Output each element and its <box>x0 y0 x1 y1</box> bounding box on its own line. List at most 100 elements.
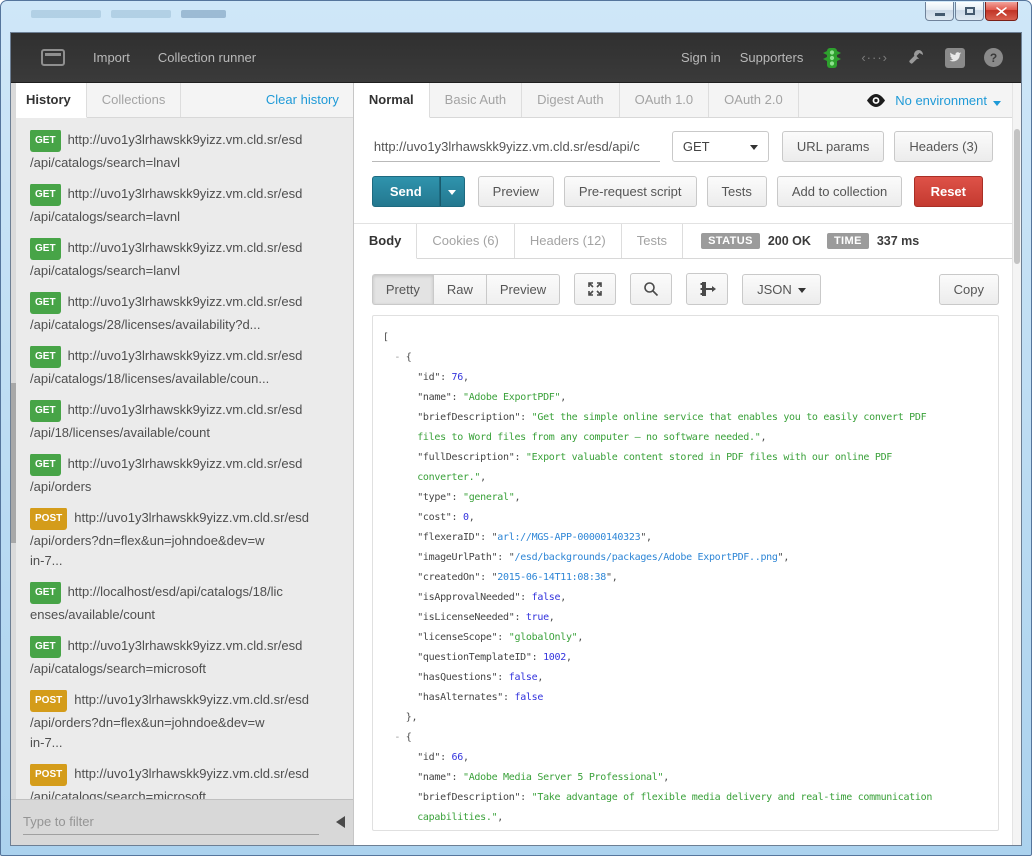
pretty-button[interactable]: Pretty <box>372 274 433 305</box>
tab-basic-auth[interactable]: Basic Auth <box>430 83 522 117</box>
tests-button[interactable]: Tests <box>707 176 767 207</box>
history-item[interactable]: GEThttp://uvo1y3lrhawskk9yizz.vm.cld.sr/… <box>30 400 341 443</box>
method-badge: GET <box>30 184 61 206</box>
titlebar[interactable] <box>1 1 1031 32</box>
tab-body[interactable]: Body <box>354 224 418 259</box>
tab-normal[interactable]: Normal <box>354 83 430 118</box>
prerequest-script-button[interactable]: Pre-request script <box>564 176 697 207</box>
code-line: "isLicenseNeeded": true, <box>383 608 988 628</box>
history-url: GEThttp://uvo1y3lrhawskk9yizz.vm.cld.sr/… <box>30 238 341 261</box>
send-options-button[interactable] <box>440 176 465 207</box>
preview-view-button[interactable]: Preview <box>486 274 560 305</box>
history-url: GEThttp://uvo1y3lrhawskk9yizz.vm.cld.sr/… <box>30 400 341 423</box>
import-button[interactable]: Import <box>93 50 130 65</box>
environment-select[interactable]: No environment <box>895 93 1001 108</box>
history-item[interactable]: POSThttp://uvo1y3lrhawskk9yizz.vm.cld.sr… <box>30 690 341 753</box>
clear-history-link[interactable]: Clear history <box>266 83 353 117</box>
copy-button[interactable]: Copy <box>939 274 999 305</box>
code-line: "id": 66, <box>383 748 988 768</box>
tab-resp-headers[interactable]: Headers (12) <box>515 224 622 258</box>
tab-digest-auth[interactable]: Digest Auth <box>522 83 620 117</box>
history-item[interactable]: GEThttp://localhost/esd/api/catalogs/18/… <box>30 582 341 625</box>
url-params-button[interactable]: URL params <box>782 131 884 162</box>
minimize-button[interactable] <box>925 2 954 21</box>
titlebar-ghost <box>181 10 226 18</box>
history-item[interactable]: GEThttp://uvo1y3lrhawskk9yizz.vm.cld.sr/… <box>30 346 341 389</box>
history-list: GEThttp://uvo1y3lrhawskk9yizz.vm.cld.sr/… <box>11 118 353 799</box>
maximize-button[interactable] <box>955 2 984 21</box>
code-line: "hasAlternates": false <box>383 688 988 708</box>
sign-in-button[interactable]: Sign in <box>681 50 721 65</box>
status-badge: STATUS <box>701 233 760 249</box>
twitter-button[interactable] <box>945 48 965 68</box>
status-value: 200 OK <box>768 234 811 248</box>
preview-button[interactable]: Preview <box>478 176 554 207</box>
main-scrollbar[interactable] <box>1012 83 1021 845</box>
history-url-wrap: /api/orders <box>30 477 341 497</box>
sidebar-collapse-icon[interactable] <box>336 816 345 828</box>
settings-wrench-icon[interactable] <box>907 48 926 67</box>
supporters-button[interactable]: Supporters <box>740 50 804 65</box>
search-button[interactable] <box>630 273 672 305</box>
indent-format-icon <box>699 281 716 297</box>
history-url-wrap: in-7... <box>30 551 341 571</box>
chevron-down-icon <box>750 145 758 150</box>
headers-button[interactable]: Headers (3) <box>894 131 993 162</box>
code-snippets-icon[interactable]: ‹···› <box>861 50 888 65</box>
code-line: "imageUrlPath": "/esd/backgrounds/packag… <box>383 548 988 568</box>
response-code[interactable]: [ - { "id": 76, "name": "Adobe ExportPDF… <box>372 315 999 831</box>
tab-oauth1[interactable]: OAuth 1.0 <box>620 83 710 117</box>
minimize-icon <box>935 13 945 16</box>
filter-input[interactable] <box>23 809 319 835</box>
close-button[interactable] <box>985 2 1018 21</box>
history-url-wrap: /api/orders?dn=flex&un=johndoe&dev=w <box>30 713 341 733</box>
sidebar-scrollbar[interactable] <box>11 83 16 799</box>
code-line: "name": "Adobe ExportPDF", <box>383 388 988 408</box>
raw-button[interactable]: Raw <box>433 274 486 305</box>
eye-icon[interactable] <box>866 94 886 107</box>
tab-resp-tests[interactable]: Tests <box>622 224 683 258</box>
send-button-group: Send <box>372 176 465 207</box>
history-item[interactable]: GEThttp://uvo1y3lrhawskk9yizz.vm.cld.sr/… <box>30 636 341 679</box>
language-select[interactable]: JSON <box>742 274 821 305</box>
traffic-light-icon[interactable] <box>822 47 842 69</box>
history-item[interactable]: GEThttp://uvo1y3lrhawskk9yizz.vm.cld.sr/… <box>30 454 341 497</box>
reset-button[interactable]: Reset <box>914 176 983 207</box>
sidebar-scrollbar-thumb[interactable] <box>11 383 16 543</box>
help-icon[interactable]: ? <box>984 48 1003 67</box>
method-badge: POST <box>30 690 67 712</box>
tab-oauth2[interactable]: OAuth 2.0 <box>709 83 799 117</box>
method-badge: POST <box>30 764 67 786</box>
tab-cookies[interactable]: Cookies (6) <box>417 224 514 258</box>
expand-button[interactable] <box>574 273 616 305</box>
history-url-wrap: in-7... <box>30 733 341 753</box>
add-to-collection-button[interactable]: Add to collection <box>777 176 902 207</box>
url-input[interactable] <box>372 132 660 162</box>
history-item[interactable]: GEThttp://uvo1y3lrhawskk9yizz.vm.cld.sr/… <box>30 130 341 173</box>
code-line: "flexeraID": "arl://MGS-APP-00000140323"… <box>383 528 988 548</box>
history-item[interactable]: POSThttp://uvo1y3lrhawskk9yizz.vm.cld.sr… <box>30 508 341 571</box>
main-scrollbar-thumb[interactable] <box>1014 129 1020 264</box>
tab-history[interactable]: History <box>11 83 87 118</box>
method-badge: GET <box>30 582 61 604</box>
chevron-down-icon <box>798 288 806 293</box>
history-url-wrap: /api/catalogs/28/licenses/availability?d… <box>30 315 341 335</box>
method-select[interactable]: GET <box>672 131 769 162</box>
code-line: "hasQuestions": false, <box>383 668 988 688</box>
sidebar-toggle-icon[interactable] <box>41 49 65 66</box>
format-button[interactable] <box>686 273 728 305</box>
app-window: Import Collection runner Sign in Support… <box>10 32 1022 846</box>
collection-runner-button[interactable]: Collection runner <box>158 50 256 65</box>
history-item[interactable]: GEThttp://uvo1y3lrhawskk9yizz.vm.cld.sr/… <box>30 292 341 335</box>
code-line: "questionTemplateID": 1002, <box>383 648 988 668</box>
history-item[interactable]: GEThttp://uvo1y3lrhawskk9yizz.vm.cld.sr/… <box>30 238 341 281</box>
tab-collections[interactable]: Collections <box>87 83 182 117</box>
send-button[interactable]: Send <box>372 176 440 207</box>
code-line: [ <box>383 328 988 348</box>
code-line: - { <box>383 348 988 368</box>
main-panel: Normal Basic Auth Digest Auth OAuth 1.0 … <box>354 83 1021 845</box>
history-item[interactable]: POSThttp://uvo1y3lrhawskk9yizz.vm.cld.sr… <box>30 764 341 799</box>
history-item[interactable]: GEThttp://uvo1y3lrhawskk9yizz.vm.cld.sr/… <box>30 184 341 227</box>
history-url: POSThttp://uvo1y3lrhawskk9yizz.vm.cld.sr… <box>30 764 341 787</box>
titlebar-ghost <box>111 10 171 18</box>
